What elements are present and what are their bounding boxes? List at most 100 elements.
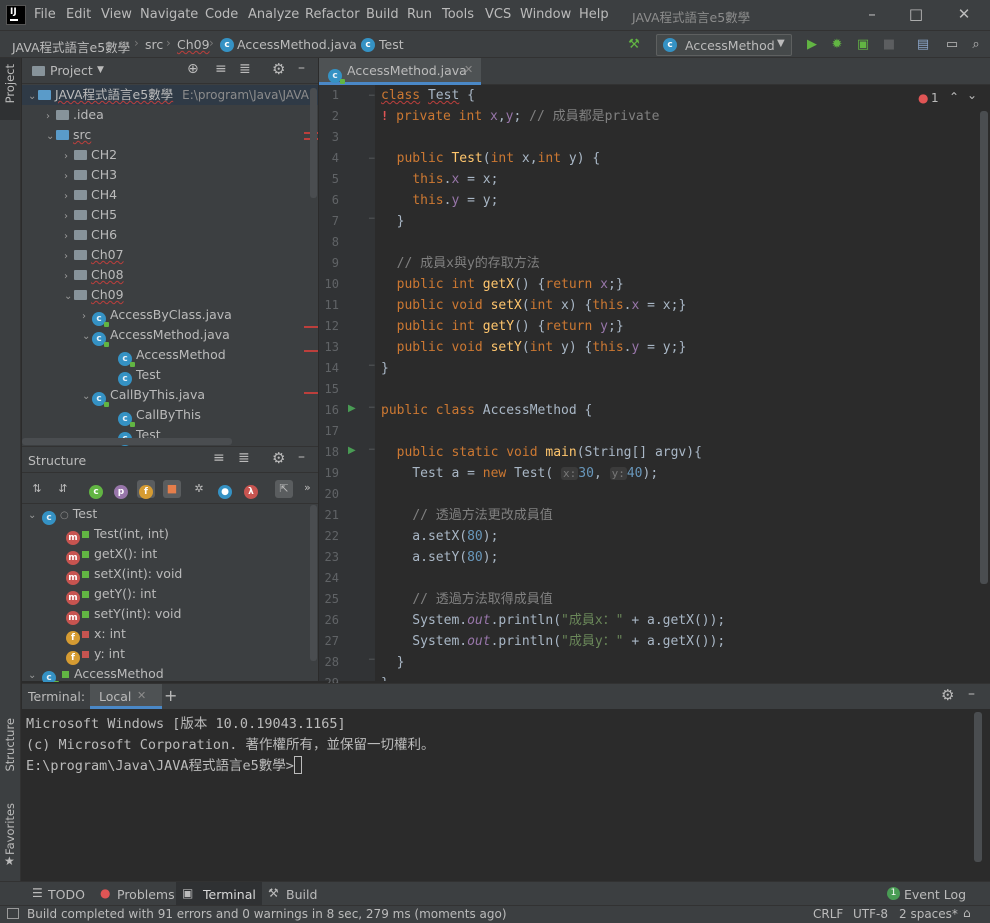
show-inner-classes-icon[interactable]: ● [218,485,232,499]
run-icon[interactable]: ▶ [804,37,820,53]
tree-item-idea[interactable]: › .idea [46,105,104,125]
build-tool-button[interactable]: ⚒ Build [263,882,323,906]
new-terminal-plus-icon[interactable]: + [164,686,177,705]
menu-refactor[interactable]: Refactor [305,7,360,22]
show-anonymous-icon[interactable]: ✲ [190,480,208,498]
autoscroll-icon[interactable]: ⇱ [275,480,293,498]
menu-file[interactable]: File [34,7,56,22]
tree-item-accessbyclass[interactable]: › c AccessByClass.java [82,305,232,327]
todo-tool-button[interactable]: ☰ TODO [24,882,92,906]
show-fields-icon[interactable]: f [139,485,153,499]
structure-item-field-y[interactable]: f y: int [66,644,125,665]
structure-item-accessmethod[interactable]: ⌄ c AccessMethod [28,664,164,682]
run-gutter-icon[interactable]: ▶ [348,445,356,456]
tree-item-callbythis-java[interactable]: ⌄ c CallByThis.java [82,385,205,407]
close-icon[interactable]: ✕ [954,5,974,25]
menu-navigate[interactable]: Navigate [140,7,198,22]
status-message[interactable]: Build completed with 91 errors and 0 war… [27,907,507,921]
tree-item-ch08[interactable]: › Ch08 [64,265,124,285]
structure-item-gety[interactable]: m getY(): int [66,584,156,605]
settings-gear-icon[interactable]: ⚙ [272,449,285,467]
structure-item-setx[interactable]: m setX(int): void [66,564,182,585]
coverage-icon[interactable]: ▣ [855,37,871,53]
tree-item-ch09[interactable]: ⌄ Ch09 [64,285,124,305]
error-indicator-icon[interactable]: ● [918,91,928,105]
search-icon[interactable]: ⌕ [968,37,984,53]
collapse-all-icon[interactable]: ≣ [239,61,251,77]
structure-item-test[interactable]: ⌄ c ○ Test [28,504,97,525]
show-inherited-icon[interactable]: c [89,485,103,499]
terminal-prompt-line[interactable]: E:\program\Java\JAVA程式語言e5數學> [26,754,302,774]
toggle-tool-windows-icon[interactable] [7,908,19,919]
menu-tools[interactable]: Tools [442,7,474,22]
menu-edit[interactable]: Edit [66,7,91,22]
tree-item-test-class[interactable]: c Test [118,365,161,386]
settings-gear-icon[interactable]: ⚙ [941,686,954,704]
expand-all-icon[interactable]: ≡ [213,450,225,466]
collapse-all-icon[interactable]: ≣ [238,450,250,466]
breadcrumb-src[interactable]: src [145,37,163,52]
settings-gear-icon[interactable]: ⚙ [272,60,285,78]
run-configuration-dropdown[interactable]: c AccessMethod ▼ [656,34,792,56]
encoding-widget[interactable]: UTF-8 [853,907,888,921]
structure-item-getx[interactable]: m getX(): int [66,544,157,565]
lock-icon[interactable]: ⌂ [963,906,971,920]
close-tab-icon[interactable]: ✕ [464,63,473,76]
project-structure-icon[interactable]: ▤ [915,37,931,53]
menu-run[interactable]: Run [407,7,432,22]
tree-item-src[interactable]: ⌄ src [46,125,91,145]
show-non-public-icon[interactable]: ■ [163,480,181,498]
tree-item-ch6[interactable]: › CH6 [64,225,117,245]
structure-item-constructor[interactable]: m Test(int, int) [66,524,169,545]
breadcrumb-project[interactable]: JAVA程式語言e5數學 [12,37,130,56]
sort-by-visibility-icon[interactable]: ⇅ [28,480,46,498]
menu-build[interactable]: Build [366,7,399,22]
sort-alphabetically-icon[interactable]: ⇵ [54,480,72,498]
menu-analyze[interactable]: Analyze [248,7,299,22]
code-editor[interactable]: class Test { ! private int x,y; // 成員都是p… [375,85,979,681]
tree-item-accessmethod-java[interactable]: ⌄ c AccessMethod.java [82,325,230,347]
tree-item-ch2[interactable]: › CH2 [64,145,117,165]
horizontal-scrollbar[interactable] [22,438,232,445]
show-lambdas-icon[interactable]: λ [244,485,258,499]
menu-vcs[interactable]: VCS [485,7,511,22]
favorites-tool-button[interactable]: Favorites [3,803,17,855]
vertical-scrollbar[interactable] [310,505,317,661]
debug-icon[interactable]: ✹ [829,37,845,53]
breadcrumb-file[interactable]: AccessMethod.java [237,37,357,52]
line-separator-widget[interactable]: CRLF [813,907,843,921]
breadcrumb-class[interactable]: Test [379,37,404,52]
project-tool-button[interactable]: Project [0,58,20,120]
run-gutter-icon[interactable]: ▶ [348,403,356,414]
tree-item-ch5[interactable]: › CH5 [64,205,117,225]
terminal-tool-button[interactable]: ▣ Terminal [176,882,262,906]
indent-widget[interactable]: 2 spaces* [899,907,958,921]
structure-item-field-x[interactable]: f x: int [66,624,126,645]
menu-code[interactable]: Code [205,7,238,22]
tree-item-ch3[interactable]: › CH3 [64,165,117,185]
previous-error-icon[interactable]: ⌃ [949,90,959,104]
maximize-icon[interactable]: □ [906,5,926,25]
tree-item-accessmethod-class[interactable]: c AccessMethod [118,345,226,367]
hide-panel-icon[interactable]: – [298,60,305,76]
locate-icon[interactable]: ⊕ [187,61,199,77]
menu-view[interactable]: View [101,7,132,22]
menu-window[interactable]: Window [520,7,571,22]
terminal-tab-local[interactable]: Local ✕ [90,684,162,709]
tree-item-project-root[interactable]: ⌄ JAVA程式語言e5數學 E:\program\Java\JAVA [22,85,318,105]
project-view-selector[interactable]: Project [50,63,93,78]
breadcrumb-ch09[interactable]: Ch09 [177,37,210,52]
editor-scrollbar-thumb[interactable] [980,111,988,584]
structure-item-sety[interactable]: m setY(int): void [66,604,181,625]
error-count[interactable]: 1 [931,91,939,105]
problems-tool-button[interactable]: ● Problems [92,882,175,906]
next-error-icon[interactable]: ⌄ [967,88,977,102]
expand-all-icon[interactable]: ≡ [215,61,227,77]
stop-icon[interactable]: ■ [881,37,897,53]
show-properties-icon[interactable]: p [114,485,128,499]
tree-item-ch4[interactable]: › CH4 [64,185,117,205]
more-icon[interactable]: » [304,481,311,494]
tree-item-ch07[interactable]: › Ch07 [64,245,124,265]
tree-item-callbythis-class[interactable]: c CallByThis [118,405,201,427]
tab-accessmethod-java[interactable]: c AccessMethod.java ✕ [319,58,481,85]
